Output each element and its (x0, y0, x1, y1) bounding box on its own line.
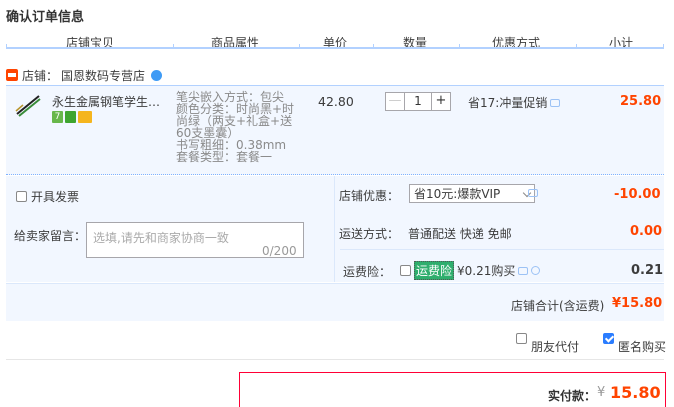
insurance-checkbox[interactable] (400, 265, 411, 276)
card-pay-icon[interactable] (78, 111, 92, 123)
qty-input[interactable]: 1 (405, 93, 431, 110)
shipping-value: 0.00 (630, 224, 663, 239)
header-tick (173, 44, 174, 48)
anonymous-checkbox[interactable] (603, 333, 614, 344)
header-tick (299, 44, 300, 48)
header-tick (576, 44, 577, 48)
item-subtotal: 25.80 (620, 94, 662, 109)
shop-total-label: 店铺合计(含运费) (511, 299, 605, 313)
friend-pay-checkbox[interactable] (516, 333, 527, 344)
anonymous-option[interactable]: 匿名购买 (603, 333, 666, 355)
invoice-option[interactable]: 开具发票 (16, 188, 79, 205)
quantity-stepper: — 1 + (385, 92, 451, 111)
shop-name-link[interactable]: 国恩数码专营店 (61, 67, 145, 84)
guarantee-icon[interactable] (65, 111, 76, 123)
invoice-checkbox[interactable] (16, 191, 27, 202)
anonymous-label: 匿名购买 (618, 340, 667, 354)
shipping-method: 普通配送 快递 免邮 (408, 227, 512, 241)
promo-info: 省17:冲量促销 (468, 94, 561, 111)
wangwang-icon[interactable] (151, 69, 163, 81)
message-char-count: 0/200 (262, 244, 297, 258)
shop-icon (6, 69, 18, 81)
seven-day-return-icon[interactable]: 7 (52, 111, 63, 123)
item-thumbnail[interactable] (14, 90, 42, 118)
invoice-label: 开具发票 (31, 190, 80, 204)
divider (340, 249, 664, 250)
shop-discount-label: 店铺优惠： (339, 189, 400, 203)
tip-bubble-icon[interactable] (528, 189, 538, 197)
friend-pay-label: 朋友代付 (531, 340, 580, 354)
message-label: 给卖家留言： (14, 229, 87, 243)
header-tick (6, 44, 7, 48)
item-attributes: 笔尖嵌入方式：包尖 颜色分类：时尚黑+时 尚绿（两支+礼盒+送 60支墨囊） 书… (176, 91, 294, 163)
shipping-label: 运送方式： (339, 227, 400, 241)
attr-line: 套餐类型：套餐一 (176, 150, 273, 164)
help-icon[interactable] (531, 266, 541, 275)
tip-bubble-icon[interactable] (518, 266, 529, 275)
friend-pay-option[interactable]: 朋友代付 (516, 333, 579, 355)
shop-label: 店铺： (22, 68, 59, 83)
currency-symbol: ¥ (597, 385, 606, 400)
unit-price: 42.80 (318, 94, 354, 109)
shop-discount-select[interactable]: 省10元:爆款VIP (409, 184, 535, 203)
discount-selected: 省10元:爆款VIP (414, 187, 501, 201)
item-title-link[interactable]: 永生金属钢笔学生用... (52, 93, 170, 110)
insurance-option[interactable]: 运费险 ¥0.21购买 (400, 261, 541, 280)
insurance-price: ¥0.21购买 (457, 264, 516, 278)
shop-row: 店铺： 国恩数码专营店 (6, 66, 163, 84)
qty-minus-button[interactable]: — (386, 93, 405, 110)
header-divider (6, 47, 664, 49)
header-tick (663, 44, 664, 48)
promo-text: 省17:冲量促销 (468, 96, 548, 110)
item-badges: 7 (52, 111, 92, 123)
divider (6, 359, 664, 360)
insurance-tag: 运费险 (414, 261, 455, 280)
page-title: 确认订单信息 (6, 10, 85, 25)
insurance-value: 0.21 (631, 263, 664, 278)
header-tick (373, 44, 374, 48)
message-placeholder: 选填,请先和商家协商一致 (93, 231, 229, 245)
header-tick (459, 44, 460, 48)
tip-bubble-icon[interactable] (550, 98, 561, 107)
insurance-label: 运费险： (343, 265, 392, 279)
qty-plus-button[interactable]: + (431, 93, 450, 110)
shop-total-value: ¥15.80 (612, 296, 663, 311)
shop-discount-value: -10.00 (614, 187, 661, 202)
payment-amount: 15.80 (610, 383, 661, 402)
payment-label: 实付款： (548, 389, 597, 403)
